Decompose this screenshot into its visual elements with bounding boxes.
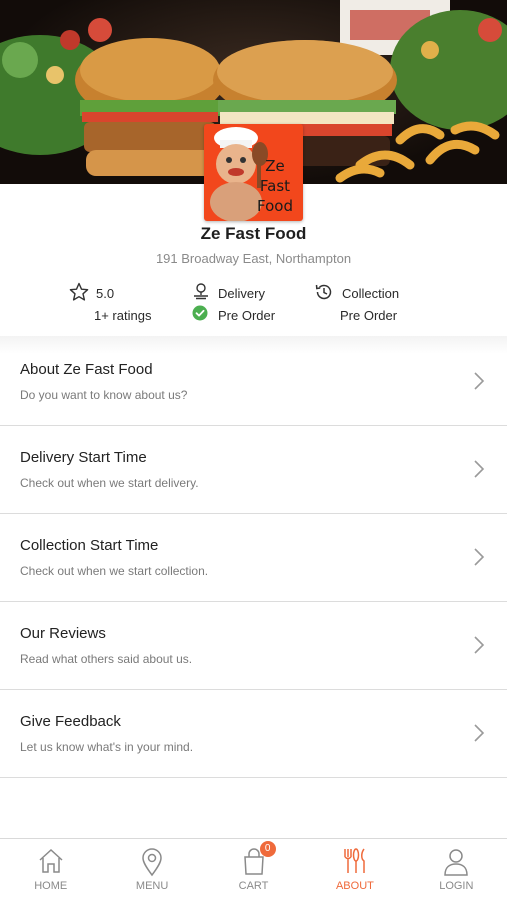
nav-label: HOME — [34, 880, 68, 892]
list-item-subtitle: Let us know what's in your mind. — [20, 740, 194, 754]
rating-count: 1+ ratings — [94, 308, 152, 323]
user-icon — [444, 849, 469, 876]
nav-label: CART — [238, 880, 269, 892]
delivery-start-time-item[interactable]: Delivery Start Time Check out when we st… — [0, 426, 507, 514]
nav-menu[interactable]: MENU — [101, 839, 202, 900]
list-item-subtitle: Do you want to know about us? — [20, 388, 188, 402]
list-item-subtitle: Check out when we start delivery. — [20, 476, 199, 490]
restaurant-name: Ze Fast Food — [200, 224, 307, 243]
location-pin-icon — [142, 848, 162, 877]
rating-info: 5.0 1+ ratings — [69, 282, 169, 328]
delivery-label: Delivery — [218, 286, 265, 301]
list-item-title: Our Reviews — [20, 625, 106, 642]
chevron-right-icon — [474, 372, 485, 390]
cart-count-badge: 0 — [259, 841, 276, 857]
delivery-status: Pre Order — [218, 308, 276, 323]
nav-login[interactable]: LOGIN — [406, 839, 507, 900]
our-reviews-item[interactable]: Our Reviews Read what others said about … — [0, 602, 507, 690]
collection-info: Collection Pre Order — [314, 282, 424, 328]
chevron-right-icon — [474, 460, 485, 478]
check-icon — [192, 305, 208, 321]
restaurant-address: 191 Broadway East, Northampton — [155, 251, 352, 266]
chevron-right-icon — [474, 636, 485, 654]
list-item-subtitle: Check out when we start collection. — [20, 564, 209, 578]
list-item-title: About Ze Fast Food — [20, 361, 153, 378]
logo-text-line: Fast — [259, 177, 291, 195]
nav-cart[interactable]: 0 CART — [203, 839, 304, 900]
nav-about[interactable]: ABOUT — [304, 839, 405, 900]
logo-text-line: Ze — [265, 157, 285, 175]
nav-label: MENU — [135, 880, 169, 892]
give-feedback-item[interactable]: Give Feedback Let us know what's in your… — [0, 690, 507, 778]
nav-label: ABOUT — [335, 880, 374, 892]
chevron-right-icon — [474, 548, 485, 566]
home-icon — [39, 848, 63, 873]
about-menu-list: About Ze Fast Food Do you want to know a… — [0, 338, 507, 778]
logo-text-line: Food — [257, 197, 293, 215]
history-icon — [315, 284, 332, 300]
list-item-title: Give Feedback — [20, 713, 121, 730]
nav-home[interactable]: HOME — [0, 839, 101, 900]
cutlery-icon — [344, 848, 365, 873]
list-item-title: Collection Start Time — [20, 537, 159, 554]
list-item-subtitle: Read what others said about us. — [20, 652, 193, 666]
star-icon — [69, 282, 89, 301]
chevron-right-icon — [474, 724, 485, 742]
bottom-navigation: HOME MENU 0 CART ABOUT LOGIN — [0, 838, 507, 900]
nav-label: LOGIN — [439, 880, 474, 892]
collection-label: Collection — [342, 286, 400, 301]
collection-start-time-item[interactable]: Collection Start Time Check out when we … — [0, 514, 507, 602]
restaurant-logo: Ze Fast Food — [204, 124, 303, 221]
list-item-title: Delivery Start Time — [20, 449, 147, 466]
rating-value: 5.0 — [96, 286, 115, 301]
collection-status: Pre Order — [340, 308, 398, 323]
delivery-icon — [194, 283, 208, 300]
about-us-item[interactable]: About Ze Fast Food Do you want to know a… — [0, 338, 507, 426]
delivery-info: Delivery Pre Order — [192, 282, 292, 328]
